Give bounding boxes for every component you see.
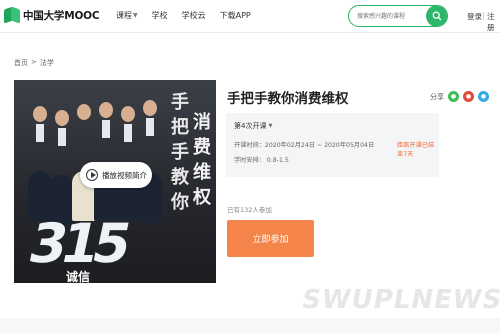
divider [483, 12, 484, 20]
chevron-down-icon: ▼ [133, 12, 138, 19]
course-title: 手把手教你消费维权 [227, 91, 349, 107]
site-logo[interactable]: 中国大学MOOC [4, 6, 100, 24]
login-link[interactable]: 登录 [467, 11, 482, 22]
search-box [348, 5, 448, 27]
qq-icon[interactable]: ● [478, 91, 489, 102]
course-status: 距离开课已结束7天 [397, 142, 435, 158]
play-intro-video-button[interactable]: 播放视频简介 [80, 162, 152, 188]
session-selector[interactable]: 第4次开课 ▼ [234, 121, 272, 131]
watermark-text: SWUPLNEWS [299, 285, 500, 315]
breadcrumb: 首页 > 法学 [14, 58, 57, 68]
nav-label: 课程 [116, 11, 132, 20]
chevron-down-icon: ▼ [268, 123, 273, 129]
nav-item-courses[interactable]: 课程 ▼ [116, 10, 138, 21]
search-icon [432, 11, 442, 21]
top-navigation-bar: 中国大学MOOC 课程 ▼ 学校 学校云 下载APP 登录 注册 [0, 0, 500, 33]
join-now-button[interactable]: 立即参加 [227, 220, 314, 257]
search-input[interactable] [357, 10, 427, 23]
breadcrumb-category[interactable]: 法学 [40, 58, 54, 68]
session-info-panel: 第4次开课 ▼ 开课时间：2020年02月24日 ~ 2020年05月04日 距… [226, 113, 439, 177]
cover-vertical-text-left: 手 把 手 教 你 [171, 92, 189, 213]
breadcrumb-home[interactable]: 首页 [14, 58, 28, 68]
course-dates: 开课时间：2020年02月24日 ~ 2020年05月04日 [234, 142, 375, 149]
cover-subtext: 诚信 [66, 270, 91, 283]
share-label: 分享 [430, 92, 444, 101]
footer-strip [0, 318, 500, 333]
session-label: 第4次开课 [234, 122, 267, 130]
course-workload: 学时安排： 0.8-1.5 [234, 157, 289, 164]
search-button[interactable] [426, 6, 447, 26]
register-link[interactable]: 注册 [487, 11, 500, 33]
main-nav: 课程 ▼ 学校 学校云 下载APP [116, 10, 265, 21]
wechat-icon[interactable]: ● [448, 91, 459, 102]
play-label: 播放视频简介 [102, 170, 147, 180]
cover-vertical-text-right: 消 费 维 权 [193, 112, 211, 208]
logo-mark-icon [4, 6, 20, 24]
weibo-icon[interactable]: ● [463, 91, 474, 102]
nav-label: 学校云 [181, 11, 206, 20]
nav-item-schools[interactable]: 学校 [152, 10, 168, 21]
nav-item-school-cloud[interactable]: 学校云 [182, 10, 206, 21]
nav-item-download-app[interactable]: 下载APP [220, 10, 251, 21]
play-icon [86, 169, 98, 181]
logo-text: 中国大学MOOC [23, 9, 100, 22]
nav-label: 下载APP [219, 11, 251, 20]
nav-label: 学校 [151, 11, 168, 20]
share-bar: 分享 ● ● ● [430, 91, 489, 102]
enrollment-count: 已有132人参加 [227, 206, 272, 214]
breadcrumb-separator: > [31, 58, 37, 66]
cover-big-number: 315 [23, 212, 132, 275]
